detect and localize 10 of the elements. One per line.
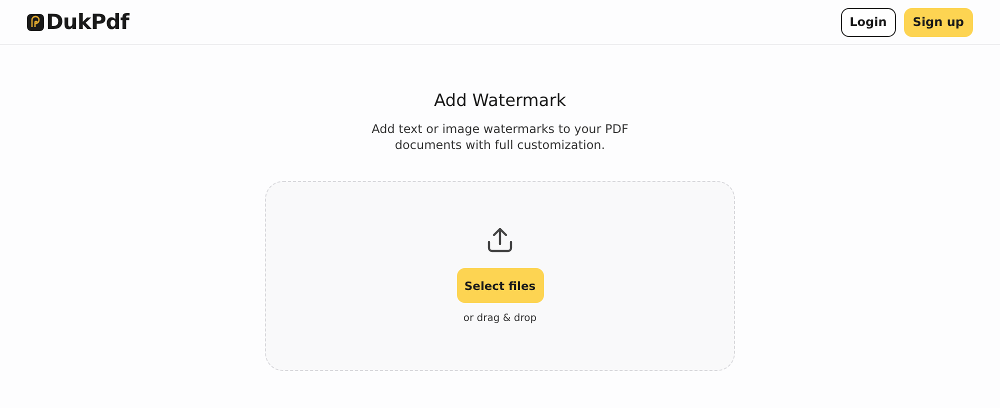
dropzone[interactable]: Select files or drag & drop (265, 181, 735, 371)
login-button[interactable]: Login (840, 8, 896, 36)
signup-button[interactable]: Sign up (904, 8, 973, 36)
select-files-button[interactable]: Select files (456, 268, 544, 303)
page-subtitle: Add text or image watermarks to your PDF documents with full customization. (370, 121, 630, 153)
drop-hint: or drag & drop (463, 313, 537, 324)
upload-icon (486, 226, 514, 254)
page-title: Add Watermark (434, 91, 566, 111)
logo-icon (27, 14, 44, 30)
logo-text: DukPdf (46, 10, 129, 34)
